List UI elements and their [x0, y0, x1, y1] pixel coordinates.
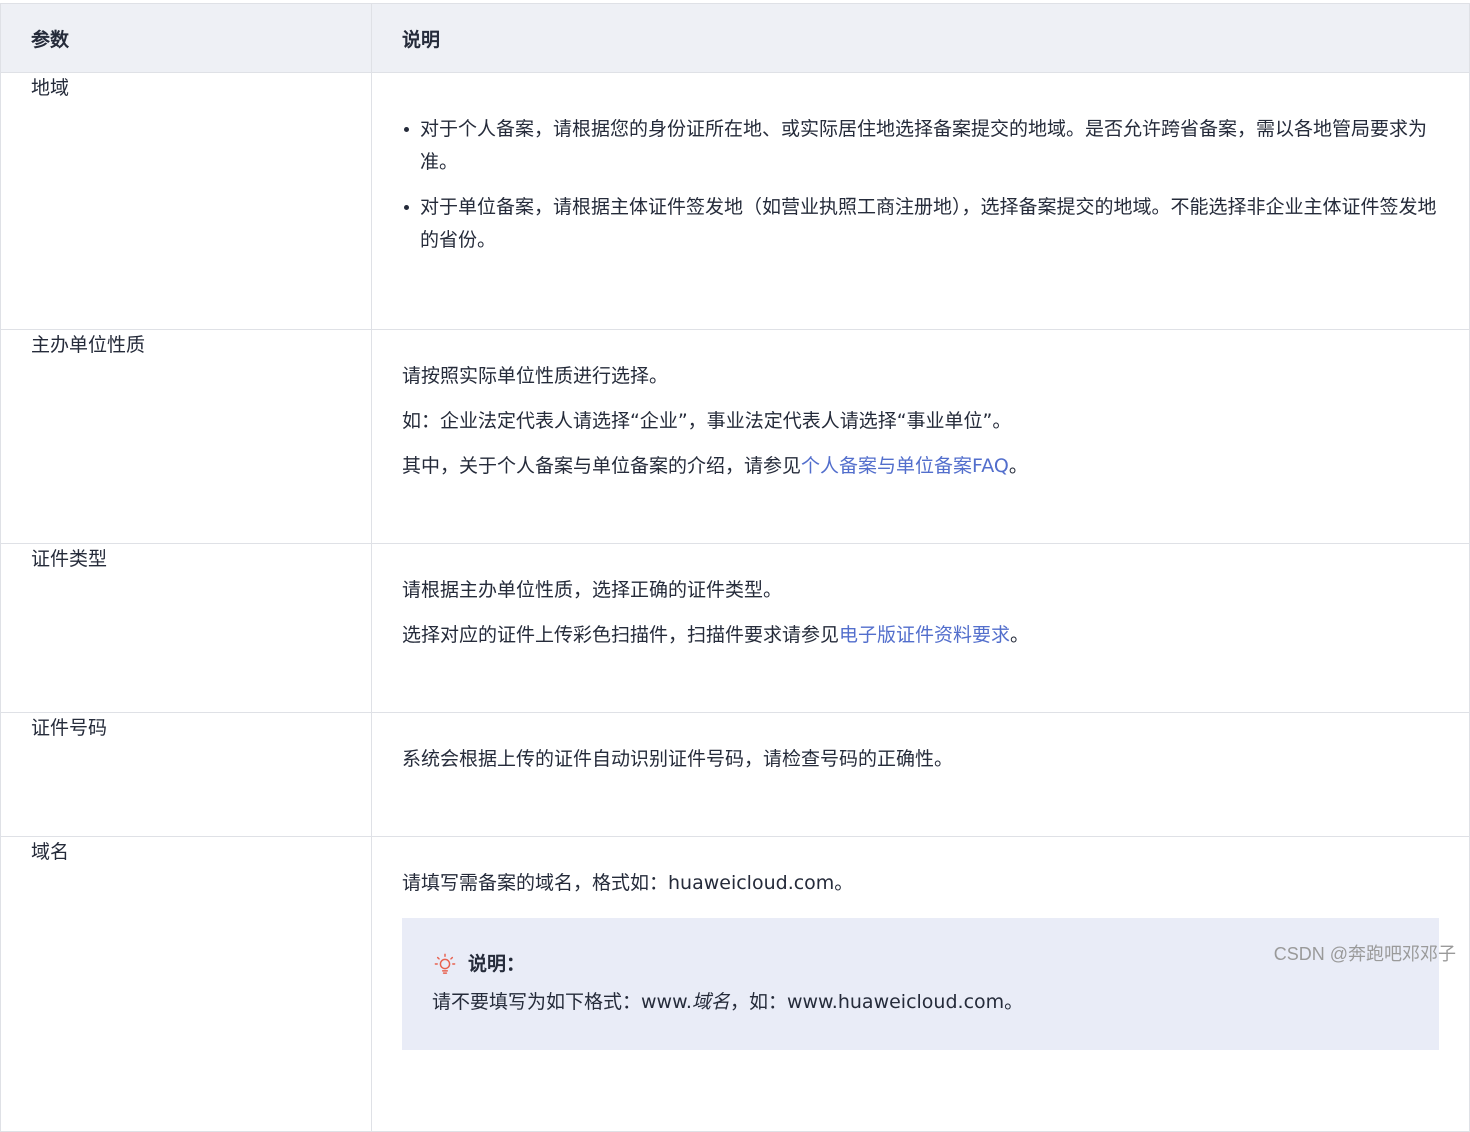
cert-number-text-1: 系统会根据上传的证件自动识别证件号码，请检查号码的正确性。: [402, 748, 954, 770]
header-param: 参数: [0, 3, 372, 73]
parameter-table: 参数 说明 地域 对于个人备案，请根据您的身份证所在地、或实际居住地选择备案提交…: [0, 3, 1470, 1132]
domain-text-1: 请填写需备案的域名，格式如：huaweicloud.com。: [402, 872, 854, 894]
table-row-region: 地域 对于个人备案，请根据您的身份证所在地、或实际居住地选择备案提交的地域。是否…: [0, 72, 1470, 330]
region-bullet-list: 对于个人备案，请根据您的身份证所在地、或实际居住地选择备案提交的地域。是否允许跨…: [402, 113, 1439, 257]
param-desc-region: 对于个人备案，请根据您的身份证所在地、或实际居住地选择备案提交的地域。是否允许跨…: [371, 72, 1470, 330]
header-description: 说明: [371, 3, 1470, 73]
watermark: CSDN @奔跑吧邓邓子: [1273, 944, 1456, 964]
lightbulb-icon: [434, 953, 456, 974]
cert-type-text-1: 请根据主办单位性质，选择正确的证件类型。: [402, 579, 783, 601]
table-row-cert-type: 证件类型 请根据主办单位性质，选择正确的证件类型。 选择对应的证件上传彩色扫描件…: [0, 543, 1470, 713]
table-row-cert-number: 证件号码 系统会根据上传的证件自动识别证件号码，请检查号码的正确性。: [0, 712, 1470, 837]
note-box: 说明： 请不要填写为如下格式：www.域名，如：www.huaweicloud.…: [402, 918, 1439, 1050]
note-text-suffix: ，如：www.huaweicloud.com。: [729, 991, 1024, 1013]
nature-text-3-suffix: 。: [1008, 455, 1028, 477]
note-text: 请不要填写为如下格式：www.域名，如：www.huaweicloud.com。: [432, 986, 1409, 1019]
param-name-cert-number: 证件号码: [0, 712, 372, 837]
note-text-italic: 域名: [691, 991, 730, 1013]
cert-type-text-2-prefix: 选择对应的证件上传彩色扫描件，扫描件要求请参见: [402, 624, 840, 646]
param-desc-domain: 请填写需备案的域名，格式如：huaweicloud.com。 说明： 请不要填写…: [371, 836, 1470, 1132]
param-name-nature: 主办单位性质: [0, 329, 372, 544]
param-desc-cert-number: 系统会根据上传的证件自动识别证件号码，请检查号码的正确性。: [371, 712, 1470, 837]
list-item: 对于个人备案，请根据您的身份证所在地、或实际居住地选择备案提交的地域。是否允许跨…: [404, 113, 1439, 179]
table-header-row: 参数 说明: [0, 3, 1470, 73]
param-desc-cert-type: 请根据主办单位性质，选择正确的证件类型。 选择对应的证件上传彩色扫描件，扫描件要…: [371, 543, 1470, 713]
nature-text-3-prefix: 其中，关于个人备案与单位备案的介绍，请参见: [402, 455, 802, 477]
param-name-region: 地域: [0, 72, 372, 330]
nature-text-3: 其中，关于个人备案与单位备案的介绍，请参见个人备案与单位备案FAQ。: [402, 450, 1439, 483]
param-name-domain: 域名: [0, 836, 372, 1132]
cert-type-text-2-suffix: 。: [1010, 624, 1030, 646]
nature-text-2: 如：企业法定代表人请选择“企业”，事业法定代表人请选择“事业单位”。: [402, 410, 1012, 432]
param-desc-nature: 请按照实际单位性质进行选择。 如：企业法定代表人请选择“企业”，事业法定代表人请…: [371, 329, 1470, 544]
nature-text-1: 请按照实际单位性质进行选择。: [402, 365, 669, 387]
param-name-cert-type: 证件类型: [0, 543, 372, 713]
table-row-domain: 域名 请填写需备案的域名，格式如：huaweicloud.com。 说明： 请不…: [0, 836, 1470, 1132]
personal-vs-unit-faq-link[interactable]: 个人备案与单位备案FAQ: [801, 455, 1009, 477]
list-item: 对于单位备案，请根据主体证件签发地（如营业执照工商注册地），选择备案提交的地域。…: [404, 191, 1439, 257]
cert-type-text-2: 选择对应的证件上传彩色扫描件，扫描件要求请参见电子版证件资料要求。: [402, 619, 1439, 652]
note-text-prefix: 请不要填写为如下格式：www.: [432, 991, 692, 1013]
table-row-nature: 主办单位性质 请按照实际单位性质进行选择。 如：企业法定代表人请选择“企业”，事…: [0, 329, 1470, 544]
electronic-cert-requirements-link[interactable]: 电子版证件资料要求: [839, 624, 1010, 646]
